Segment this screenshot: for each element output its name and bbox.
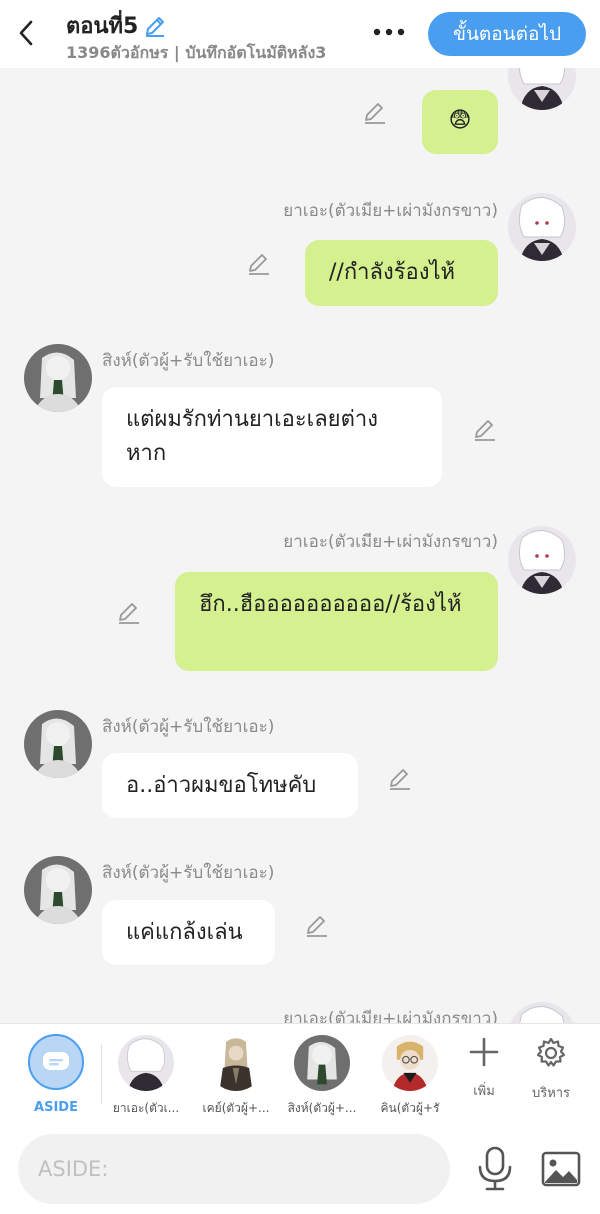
character-singh[interactable]: สิงห์(ตัวผู้+... bbox=[280, 1032, 364, 1122]
edit-message-icon[interactable] bbox=[387, 765, 413, 791]
edit-message-icon[interactable] bbox=[116, 599, 142, 625]
avatar-yae[interactable] bbox=[508, 526, 576, 594]
message-text: แค่แกล้งเล่น bbox=[126, 920, 243, 945]
message-text: อ..อ่าวผมขอโทษคับ bbox=[126, 773, 317, 798]
aside-label: ASIDE bbox=[34, 1100, 78, 1115]
character-k[interactable]: เคย์(ตัวผู้+... bbox=[194, 1032, 278, 1122]
message-text: ฮึก..ฮืออออออออออ//ร้องไห้ bbox=[199, 592, 462, 617]
episode-title[interactable]: ตอนที่5 bbox=[66, 8, 168, 43]
edit-message-icon[interactable] bbox=[304, 912, 330, 938]
speaker-name: สิงห์(ตัวผู้+รับใช้ยาเอะ) bbox=[102, 863, 275, 883]
avatar-singh[interactable] bbox=[24, 856, 92, 924]
message-input[interactable] bbox=[18, 1134, 450, 1204]
manage-label: บริหาร bbox=[531, 1086, 571, 1101]
add-character-button[interactable]: เพิ่ม bbox=[454, 1036, 514, 1101]
message-bubble[interactable]: //กำลังร้องไห้ bbox=[305, 240, 498, 306]
character-yae[interactable]: ยาเอะ(ตัวเ... bbox=[104, 1032, 188, 1122]
edit-message-icon[interactable] bbox=[472, 416, 498, 442]
avatar-yae[interactable] bbox=[508, 68, 576, 110]
image-icon[interactable] bbox=[540, 1148, 582, 1190]
message-text: //กำลังร้องไห้ bbox=[329, 260, 456, 285]
plus-icon bbox=[469, 1037, 499, 1067]
edit-message-icon[interactable] bbox=[362, 99, 388, 125]
character-kin[interactable]: คิน(ตัวผู้+รั bbox=[368, 1032, 452, 1122]
more-options-icon[interactable] bbox=[368, 20, 410, 44]
character-avatar bbox=[118, 1035, 174, 1091]
speaker-name: สิงห์(ตัวผู้+รับใช้ยาเอะ) bbox=[102, 351, 275, 371]
character-aside[interactable]: ASIDE bbox=[14, 1032, 98, 1122]
manage-characters-button[interactable]: บริหาร bbox=[521, 1036, 581, 1103]
character-label: ยาเอะ(ตัวเ... bbox=[112, 1101, 180, 1115]
chat-area[interactable]: 😨 ยาเอะ(ตัวเมีย+เผ่ามังกรขาว) //กำลังร้อ… bbox=[0, 68, 600, 1023]
character-label: คิน(ตัวผู้+รั bbox=[380, 1101, 440, 1115]
message-bubble[interactable]: อ..อ่าวผมขอโทษคับ bbox=[102, 753, 358, 818]
character-label: เคย์(ตัวผู้+... bbox=[202, 1101, 270, 1115]
composer bbox=[0, 1124, 600, 1214]
avatar-yae[interactable] bbox=[508, 1002, 576, 1023]
speaker-name: ยาเอะ(ตัวเมีย+เผ่ามังกรขาว) bbox=[283, 1009, 498, 1023]
speech-bubble-icon bbox=[43, 1052, 69, 1070]
divider bbox=[101, 1044, 102, 1104]
message-text: แต่ผมรักท่านยาเอะเลยต่างหาก bbox=[126, 407, 378, 466]
back-arrow-icon[interactable] bbox=[12, 16, 40, 50]
character-label: สิงห์(ตัวผู้+... bbox=[287, 1101, 357, 1115]
avatar-singh[interactable] bbox=[24, 710, 92, 778]
speaker-name: ยาเอะ(ตัวเมีย+เผ่ามังกรขาว) bbox=[283, 532, 498, 552]
avatar-singh[interactable] bbox=[24, 344, 92, 412]
message-bubble[interactable]: ฮึก..ฮืออออออออออ//ร้องไห้ bbox=[175, 572, 498, 671]
edit-message-icon[interactable] bbox=[246, 250, 272, 276]
speaker-name: ยาเอะ(ตัวเมีย+เผ่ามังกรขาว) bbox=[283, 201, 498, 221]
aside-button[interactable] bbox=[28, 1034, 84, 1090]
message-bubble[interactable]: แค่แกล้งเล่น bbox=[102, 900, 275, 965]
character-selector: ASIDE ยาเอะ(ตัวเ... เคย์(ตัวผู้+... สิงห… bbox=[0, 1023, 600, 1124]
message-text: 😨 bbox=[448, 108, 472, 133]
episode-title-text: ตอนที่5 bbox=[66, 14, 139, 39]
next-step-button[interactable]: ขั้นตอนต่อไป bbox=[428, 12, 586, 56]
microphone-icon[interactable] bbox=[474, 1146, 516, 1192]
character-avatar bbox=[382, 1035, 438, 1091]
character-avatar bbox=[208, 1035, 264, 1091]
message-bubble[interactable]: 😨 bbox=[422, 90, 498, 154]
avatar-yae[interactable] bbox=[508, 193, 576, 261]
character-count-status: 1396ตัวอักษร | บันทึกอัตโนมัติหลัง3 bbox=[66, 43, 327, 62]
top-bar: ตอนที่5 1396ตัวอักษร | บันทึกอัตโนมัติหล… bbox=[0, 0, 600, 68]
edit-title-icon[interactable] bbox=[142, 13, 168, 39]
speaker-name: สิงห์(ตัวผู้+รับใช้ยาเอะ) bbox=[102, 717, 275, 737]
add-label: เพิ่ม bbox=[473, 1084, 495, 1099]
character-avatar bbox=[294, 1035, 350, 1091]
message-bubble[interactable]: แต่ผมรักท่านยาเอะเลยต่างหาก bbox=[102, 387, 442, 487]
gear-icon bbox=[536, 1037, 566, 1067]
